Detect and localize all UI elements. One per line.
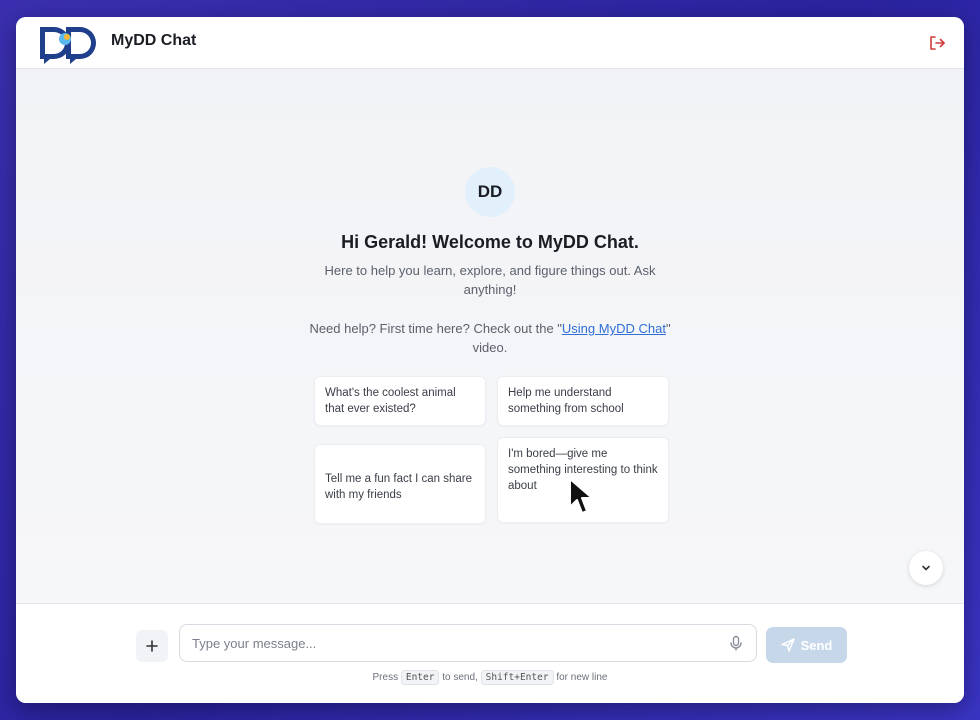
assistant-avatar: DD <box>465 167 515 217</box>
plus-icon <box>146 640 158 652</box>
shift-enter-key: Shift+Enter <box>480 670 554 685</box>
enter-key: Enter <box>400 670 440 685</box>
welcome-subtitle: Here to help you learn, explore, and fig… <box>324 263 656 297</box>
suggestion-card[interactable]: I'm bored—give me something interesting … <box>497 437 669 523</box>
welcome-heading: Hi Gerald! Welcome to MyDD Chat. <box>341 232 639 252</box>
hint-press: Press <box>372 672 399 683</box>
chevron-down-icon <box>922 565 930 571</box>
help-video-link[interactable]: Using MyDD Chat <box>562 321 666 336</box>
microphone-icon[interactable] <box>728 635 744 651</box>
help-text: Need help? First time here? Check out th… <box>306 319 674 357</box>
app-window: MyDD Chat DD Hi Gerald! Welcome to MyDD … <box>16 17 964 703</box>
header: MyDD Chat <box>16 17 964 69</box>
chat-area: DD Hi Gerald! Welcome to MyDD Chat. Here… <box>16 69 964 603</box>
hint-to-send: to send, <box>442 672 478 683</box>
logout-icon[interactable] <box>928 34 946 52</box>
scroll-down-button[interactable] <box>909 551 943 585</box>
send-icon <box>780 638 795 652</box>
hint-new-line: for new line <box>556 672 608 683</box>
add-attachment-button[interactable] <box>136 630 168 662</box>
suggestion-card[interactable]: Help me understand something from school <box>497 376 669 426</box>
mydd-logo-icon <box>40 27 96 64</box>
send-button[interactable]: Send <box>766 627 847 663</box>
composer: Send Press Enter to send, Shift+Enter fo… <box>16 603 964 703</box>
help-prefix: Need help? First time here? Check out th… <box>309 321 562 336</box>
send-label: Send <box>800 637 833 653</box>
app-title: MyDD Chat <box>111 32 197 49</box>
keyboard-hint: Press Enter to send, Shift+Enter for new… <box>16 670 964 685</box>
suggestion-card[interactable]: What's the coolest animal that ever exis… <box>314 376 486 426</box>
message-input[interactable] <box>192 625 722 661</box>
message-input-wrapper <box>179 624 757 662</box>
suggestion-card[interactable]: Tell me a fun fact I can share with my f… <box>314 444 486 524</box>
